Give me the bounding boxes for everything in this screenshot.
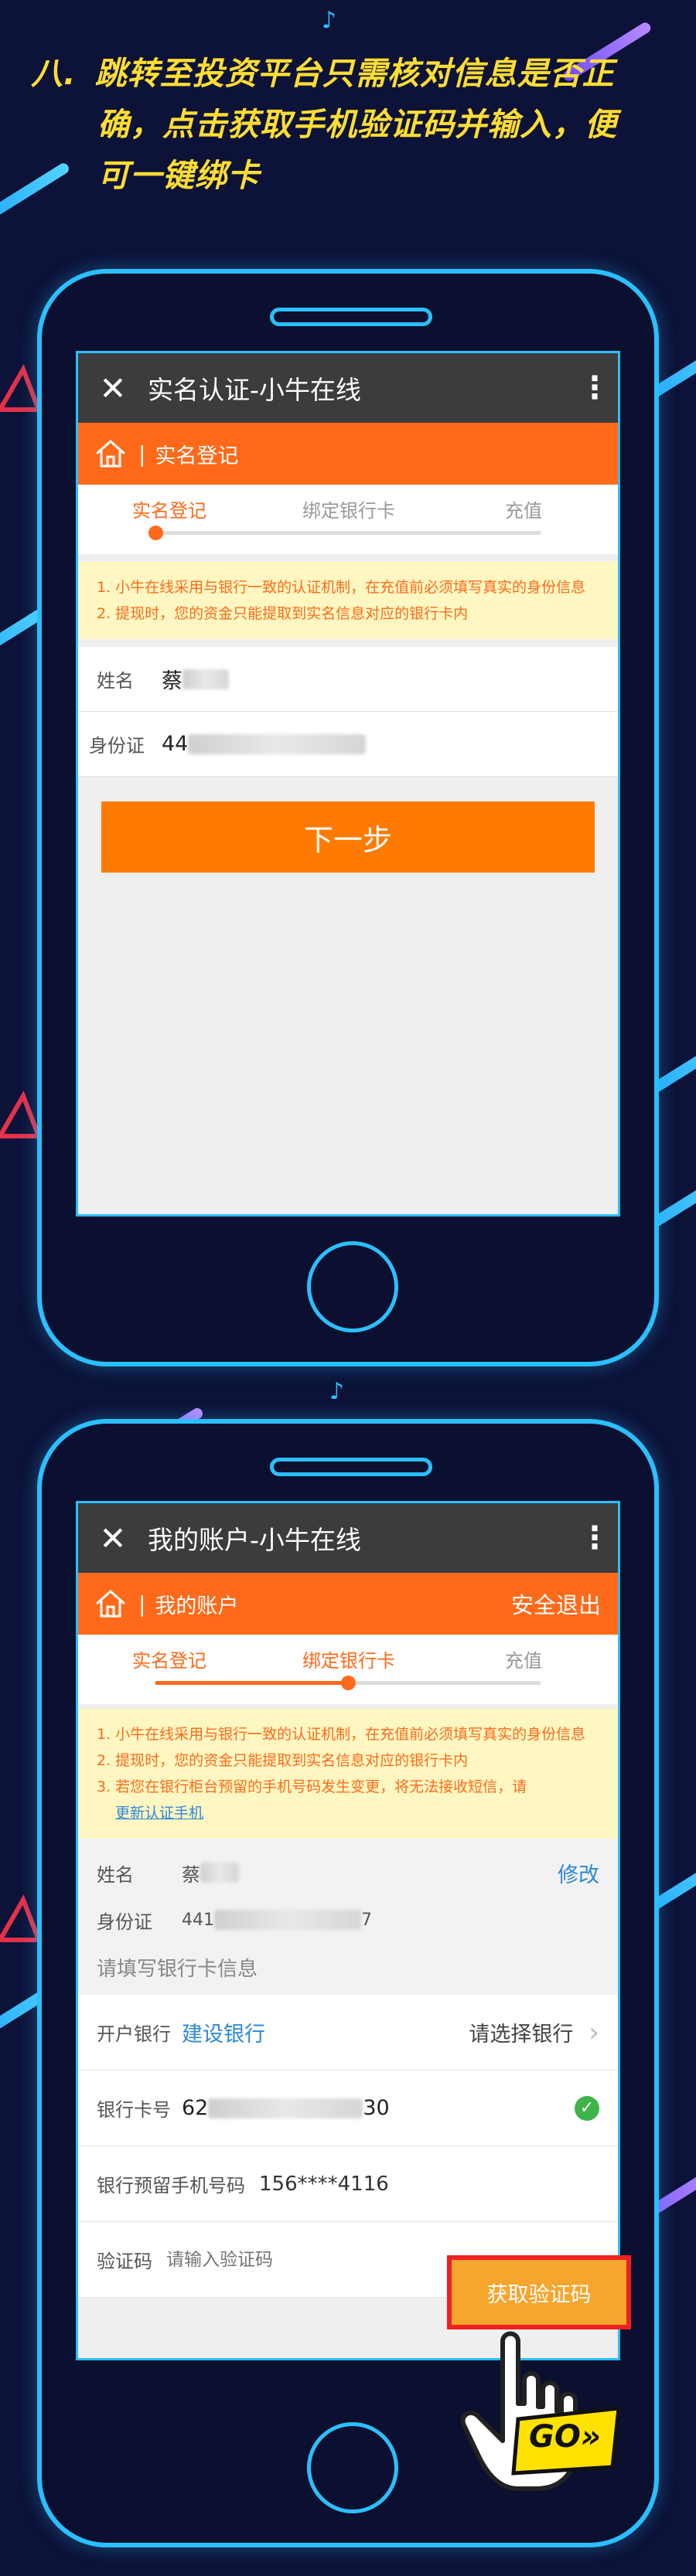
redacted-text [214, 1910, 361, 1930]
notice-item: 2. 提现时，您的资金只能提取到实名信息对应的银行卡内 [97, 1752, 469, 1769]
edit-link[interactable]: 修改 [558, 1858, 599, 1888]
phone-mockup-1: ✕ 实名认证-小牛在线 ⋮ | 实名登记 实名登记 绑定银行卡 充值 1. 小牛… [37, 269, 659, 1366]
section-title: 请填写银行卡信息 [97, 1958, 258, 1981]
notice-item: 3. 若您在银行柜台预留的手机号码发生变更，将无法接收短信，请 [97, 1778, 527, 1795]
id-value[interactable]: 44 [162, 732, 188, 756]
card-label: 银行卡号 [97, 2099, 171, 2121]
progress-steps: 实名登记 绑定银行卡 充值 [78, 485, 618, 554]
music-note-icon: ♪ [329, 1378, 344, 1405]
redacted-text [183, 669, 229, 689]
phone-speaker [270, 308, 432, 326]
title-bar: ✕ 我的账户-小牛在线 ⋮ [78, 1503, 618, 1573]
bank-select[interactable]: 请选择银行 [469, 2017, 573, 2047]
breadcrumb: 我的账户 [155, 1594, 239, 1618]
go-text: GO» [529, 2419, 601, 2455]
update-phone-link[interactable]: 更新认证手机 [97, 1800, 599, 1826]
card-suffix: 30 [363, 2096, 390, 2120]
name-row: 姓名 蔡 [78, 647, 618, 712]
close-icon[interactable]: ✕ [78, 369, 148, 407]
bank-value: 建设银行 [182, 2023, 265, 2047]
notice-item: 2. 提现时，您的资金只能提取到实名信息对应的银行卡内 [97, 605, 469, 622]
breadcrumb-bar: | 实名登记 [78, 423, 618, 485]
step-title-line3: 可一键绑卡 [97, 157, 260, 194]
progress-dot [341, 1676, 356, 1690]
step-number: 八. [31, 55, 77, 92]
home-button [307, 1241, 398, 1332]
id-suffix: 7 [361, 1910, 372, 1930]
id-row: 身份证 44 [78, 712, 618, 777]
step-bind-card: 绑定银行卡 [302, 1650, 395, 1672]
phone-value: 156****4116 [259, 2172, 389, 2196]
code-input[interactable] [166, 2249, 398, 2270]
phone-row: 银行预留手机号码 156****4116 [78, 2146, 618, 2222]
get-code-button[interactable]: 获取验证码 [447, 2255, 631, 2329]
notice-box: 1. 小牛在线采用与银行一致的认证机制，在充值前必须填写真实的身份信息 2. 提… [78, 1709, 618, 1839]
home-icon[interactable] [92, 435, 129, 472]
id-label: 身份证 [97, 1911, 152, 1933]
home-icon[interactable] [92, 1585, 129, 1622]
id-label: 身份证 [89, 735, 145, 757]
more-options-icon[interactable]: ⋮ [571, 370, 618, 406]
chevron-right-icon: › [589, 2016, 599, 2048]
id-summary-row: 身份证 441 7 [97, 1893, 599, 1947]
name-value: 蔡 [182, 1863, 200, 1886]
phone-screen-2: ✕ 我的账户-小牛在线 ⋮ | 我的账户 安全退出 实名登记 绑定银行卡 充值 … [76, 1501, 620, 2360]
music-note-icon: ♪ [322, 7, 336, 34]
progress-track [148, 526, 541, 540]
phone-screen-1: ✕ 实名认证-小牛在线 ⋮ | 实名登记 实名登记 绑定银行卡 充值 1. 小牛… [76, 351, 620, 1217]
window-title: 实名认证-小牛在线 [148, 375, 361, 405]
redacted-text [200, 1863, 239, 1883]
progress-dot [148, 526, 163, 540]
home-button [307, 2422, 398, 2513]
svg-text:♪: ♪ [322, 7, 336, 34]
notice-box: 1. 小牛在线采用与银行一致的认证机制，在充值前必须填写真实的身份信息 2. 提… [78, 562, 618, 639]
notice-item: 1. 小牛在线采用与银行一致的认证机制，在充值前必须填写真实的身份信息 [97, 1726, 586, 1743]
step-recharge: 充值 [505, 1650, 542, 1672]
step-title-line1: 跳转至投资平台只需核对信息是否正 [94, 55, 615, 92]
card-row: 银行卡号 62 30 ✓ [78, 2071, 618, 2146]
step-title-line2: 确，点击获取手机验证码并输入，便 [97, 106, 617, 143]
name-label: 姓名 [97, 1863, 134, 1886]
bank-label: 开户银行 [97, 2023, 171, 2045]
card-prefix[interactable]: 62 [182, 2096, 208, 2120]
divider: | [138, 1591, 146, 1617]
name-value[interactable]: 蔡 [162, 664, 183, 694]
step-recharge: 充值 [505, 500, 542, 522]
svg-text:♪: ♪ [329, 1378, 344, 1405]
breadcrumb-bar: | 我的账户 安全退出 [78, 1573, 618, 1635]
identity-summary: 姓名 蔡 修改 身份证 441 7 请填写银行卡信息 [78, 1839, 618, 1995]
progress-track [155, 1676, 541, 1690]
step-bind-card: 绑定银行卡 [302, 500, 395, 522]
redacted-text [188, 733, 367, 754]
redacted-text [208, 2098, 363, 2118]
more-options-icon[interactable]: ⋮ [571, 1520, 618, 1556]
check-icon: ✓ [575, 2095, 599, 2121]
notice-item: 1. 小牛在线采用与银行一致的认证机制，在充值前必须填写真实的身份信息 [97, 579, 586, 596]
id-prefix: 441 [182, 1910, 214, 1930]
name-summary-row: 姓名 蔡 修改 [97, 1853, 599, 1893]
phone-label: 银行预留手机号码 [97, 2175, 245, 2197]
progress-fill [155, 1681, 348, 1685]
window-title: 我的账户-小牛在线 [148, 1525, 361, 1555]
step-title: 八. 跳转至投资平台只需核对信息是否正 确，点击获取手机验证码并输入，便 可一键绑… [31, 48, 665, 201]
next-step-button[interactable]: 下一步 [101, 801, 595, 873]
logout-link[interactable]: 安全退出 [511, 1587, 601, 1620]
breadcrumb: 实名登记 [155, 444, 239, 468]
step-realname: 实名登记 [132, 500, 206, 522]
step-realname: 实名登记 [132, 1650, 206, 1672]
phone-speaker [270, 1458, 432, 1476]
bank-row[interactable]: 开户银行 建设银行 请选择银行 › [78, 1995, 618, 2071]
code-label: 验证码 [97, 2251, 152, 2272]
divider: | [138, 441, 146, 467]
progress-steps: 实名登记 绑定银行卡 充值 [78, 1635, 618, 1704]
name-label: 姓名 [97, 670, 134, 692]
close-icon[interactable]: ✕ [78, 1519, 148, 1557]
title-bar: ✕ 实名认证-小牛在线 ⋮ [78, 353, 618, 423]
